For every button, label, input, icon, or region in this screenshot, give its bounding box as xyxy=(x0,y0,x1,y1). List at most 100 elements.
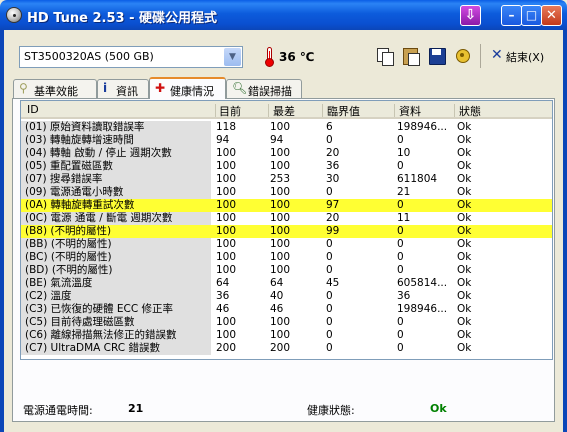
table-row[interactable]: (05) 重配置磁區數 100 100 36 0 Ok xyxy=(21,160,552,173)
cell-current: 100 xyxy=(216,225,237,237)
cell-current: 100 xyxy=(216,173,237,185)
cell-id: (BB) (不明的屬性) xyxy=(21,238,211,251)
cell-data: 0 xyxy=(397,342,404,354)
table-row[interactable]: (07) 搜尋錯誤率 100 253 30 611804 Ok xyxy=(21,173,552,186)
cell-status: Ok xyxy=(457,264,472,276)
table-row[interactable]: (BC) (不明的屬性) 100 100 0 0 Ok xyxy=(21,251,552,264)
toolbar-separator xyxy=(480,44,481,68)
cell-status: Ok xyxy=(457,212,472,224)
cell-data: 21 xyxy=(397,186,411,198)
cell-status: Ok xyxy=(457,186,472,198)
cell-current: 100 xyxy=(216,160,237,172)
chevron-down-icon[interactable]: ▼ xyxy=(224,48,241,66)
cell-id: (BD) (不明的屬性) xyxy=(21,264,211,277)
cell-threshold: 45 xyxy=(326,277,340,289)
cell-status: Ok xyxy=(457,277,472,289)
col-data[interactable]: 資料 xyxy=(399,103,421,119)
cell-current: 100 xyxy=(216,186,237,198)
info-icon: i xyxy=(103,81,108,95)
cell-id: (B8) (不明的屬性) xyxy=(25,225,112,237)
cell-status: Ok xyxy=(457,199,472,211)
table-header: ID 目前 最差 臨界值 資料 狀態 xyxy=(21,101,552,119)
table-row[interactable]: (03) 轉軸旋轉增速時間 94 94 0 0 Ok xyxy=(21,134,552,147)
cell-current: 94 xyxy=(216,134,230,146)
tab-error-scan-label: 錯誤掃描 xyxy=(248,85,292,98)
cell-id: (09) 電源通電小時數 xyxy=(21,186,211,199)
col-status[interactable]: 狀態 xyxy=(459,103,481,119)
col-threshold[interactable]: 臨界值 xyxy=(327,103,360,119)
cell-data: 611804 xyxy=(397,173,438,185)
cell-current: 100 xyxy=(216,212,237,224)
exit-button[interactable]: ✕ 結束(X) xyxy=(489,46,553,66)
table-row[interactable]: (BE) 氣流溫度 64 64 45 605814... Ok xyxy=(21,277,552,290)
table-row[interactable]: (C5) 目前待處理磁區數 100 100 0 0 Ok xyxy=(21,316,552,329)
cell-threshold: 0 xyxy=(326,238,333,250)
maximize-button[interactable]: □ xyxy=(521,5,542,26)
cell-status: Ok xyxy=(457,160,472,172)
cell-status: Ok xyxy=(457,342,472,354)
table-row[interactable]: (BB) (不明的屬性) 100 100 0 0 Ok xyxy=(21,238,552,251)
cell-current: 100 xyxy=(216,316,237,328)
table-row[interactable]: (B8) (不明的屬性) 100 100 99 0 Ok xyxy=(21,225,552,238)
cell-current: 36 xyxy=(216,290,230,302)
table-row[interactable]: (0C) 電源 通電 / 斷電 週期次數 100 100 20 11 Ok xyxy=(21,212,552,225)
cell-worst: 100 xyxy=(270,160,291,172)
copy-icon[interactable] xyxy=(375,46,395,66)
cell-id: (C6) 離線掃描無法修正的錯誤數 xyxy=(21,329,211,342)
temperature-readout: 36 ℃ xyxy=(279,50,315,64)
cell-data: 198946... xyxy=(397,121,448,133)
download-icon[interactable]: ⇩ xyxy=(460,5,481,26)
title-bar[interactable]: HD Tune 2.53 - 硬碟公用程式 ⇩ – □ ✕ xyxy=(0,0,567,30)
table-row[interactable]: (C3) 已恢復的硬體 ECC 修正率 46 46 0 198946... Ok xyxy=(21,303,552,316)
cell-data: 0 xyxy=(397,134,404,146)
cell-status: Ok xyxy=(457,147,472,159)
tab-info[interactable]: i 資訊 xyxy=(97,79,149,98)
health-cross-icon: ✚ xyxy=(155,81,166,95)
table-row[interactable]: (01) 原始資料讀取錯誤率 118 100 6 198946... Ok xyxy=(21,121,552,134)
close-button[interactable]: ✕ xyxy=(541,5,562,26)
smart-attributes-table[interactable]: ID 目前 最差 臨界值 資料 狀態 (01) 原始資料讀取錯誤率 118 100 6… xyxy=(20,100,553,360)
table-row[interactable]: (04) 轉軸 啟動 / 停止 週期次數 100 100 20 10 Ok xyxy=(21,147,552,160)
cell-id: (C3) 已恢復的硬體 ECC 修正率 xyxy=(21,303,211,316)
health-status-label: 健康狀態: xyxy=(307,404,355,417)
drive-select[interactable]: ST3500320AS (500 GB) ▼ xyxy=(19,46,243,68)
tab-health[interactable]: ✚ 健康情況 xyxy=(149,77,226,99)
cell-worst: 100 xyxy=(270,238,291,250)
cell-threshold: 0 xyxy=(326,264,333,276)
save-icon[interactable] xyxy=(427,46,447,66)
cell-data: 36 xyxy=(397,290,411,302)
cell-current: 64 xyxy=(216,277,230,289)
col-current[interactable]: 目前 xyxy=(219,103,241,119)
cell-data: 605814... xyxy=(397,277,448,289)
cell-worst: 253 xyxy=(270,173,291,185)
tab-benchmark[interactable]: ⚲ 基準效能 xyxy=(13,79,97,98)
cell-worst: 100 xyxy=(270,225,291,237)
minimize-button[interactable]: – xyxy=(501,5,522,26)
cell-worst: 200 xyxy=(270,342,291,354)
cell-data: 0 xyxy=(397,264,404,276)
cell-status: Ok xyxy=(457,316,472,328)
table-row[interactable]: (C7) UltraDMA CRC 錯誤數 200 200 0 0 Ok xyxy=(21,342,552,355)
cell-threshold: 20 xyxy=(326,147,340,159)
benchmark-icon: ⚲ xyxy=(19,81,28,95)
table-row[interactable]: (09) 電源通電小時數 100 100 0 21 Ok xyxy=(21,186,552,199)
cell-current: 200 xyxy=(216,342,237,354)
table-row[interactable]: (BD) (不明的屬性) 100 100 0 0 Ok xyxy=(21,264,552,277)
cell-data: 0 xyxy=(397,199,404,211)
col-worst[interactable]: 最差 xyxy=(273,103,295,119)
cell-current: 118 xyxy=(216,121,237,133)
col-id[interactable]: ID xyxy=(27,103,39,116)
cell-threshold: 0 xyxy=(326,329,333,341)
power-on-time-value: 21 xyxy=(128,402,144,415)
table-row[interactable]: (C6) 離線掃描無法修正的錯誤數 100 100 0 0 Ok xyxy=(21,329,552,342)
cell-data: 198946... xyxy=(397,303,448,315)
table-row[interactable]: (C2) 溫度 36 40 0 36 Ok xyxy=(21,290,552,303)
table-row[interactable]: (0A) 轉軸旋轉重試次數 100 100 97 0 Ok xyxy=(21,199,552,212)
cell-worst: 100 xyxy=(270,251,291,263)
tab-error-scan[interactable]: 🔍︎ 錯誤掃描 xyxy=(226,79,302,98)
clipboard-icon[interactable] xyxy=(401,46,421,66)
hd-tune-app-icon[interactable] xyxy=(6,7,22,23)
cell-id: (0A) 轉軸旋轉重試次數 xyxy=(25,199,135,211)
cell-data: 11 xyxy=(397,212,411,224)
options-icon[interactable] xyxy=(453,46,473,66)
